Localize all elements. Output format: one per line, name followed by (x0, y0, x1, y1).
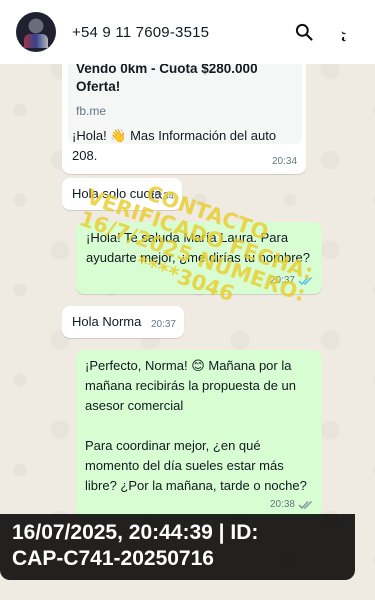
read-ticks-icon (298, 276, 313, 286)
message-time: 20:37 (150, 319, 176, 330)
search-icon[interactable] (287, 15, 321, 49)
message-time: 20:37 (269, 275, 295, 286)
timestamp-overlay: 16/07/2025, 20:44:39 | ID: CAP-C741-2025… (0, 514, 355, 580)
message-outgoing[interactable]: ¡Hola! Te saluda María Laura. Para ayuda… (76, 222, 322, 294)
message-time: 20:34 (272, 156, 298, 167)
message-text: ¡Hola! Te saluda María Laura. Para ayuda… (86, 230, 310, 265)
message-text: ¡Perfecto, Norma! 😊 Mañana por la mañana… (85, 358, 297, 413)
mic-icon[interactable] (337, 20, 353, 47)
message-meta: 20:38 (270, 495, 314, 515)
message-incoming[interactable]: Hola solo cuota 20:34 (62, 178, 182, 210)
message-meta: 20:37 (270, 271, 314, 291)
contact-avatar[interactable] (16, 12, 56, 52)
message-time: 20:34 (148, 191, 174, 202)
delivered-ticks-icon (298, 500, 313, 510)
link-preview-title: Vendo 0km - Cuota $280.000 Oferta! (76, 64, 258, 94)
message-time: 20:38 (269, 499, 295, 510)
link-preview-domain: fb.me (76, 104, 107, 118)
message-text: ¡Hola! 👋 Mas Información del auto 208. (72, 128, 277, 163)
message-incoming[interactable]: Hola Norma 20:37 (62, 306, 184, 338)
contact-name[interactable]: +54 9 11 7609-3515 (72, 24, 281, 41)
message-text: Para coordinar mejor, ¿en qué momento de… (85, 438, 307, 493)
message-outgoing[interactable]: ¡Perfecto, Norma! 😊 Mañana por la mañana… (76, 350, 322, 518)
chat-header: +54 9 11 7609-3515 (0, 0, 375, 64)
message-text: Hola Norma (72, 314, 142, 329)
